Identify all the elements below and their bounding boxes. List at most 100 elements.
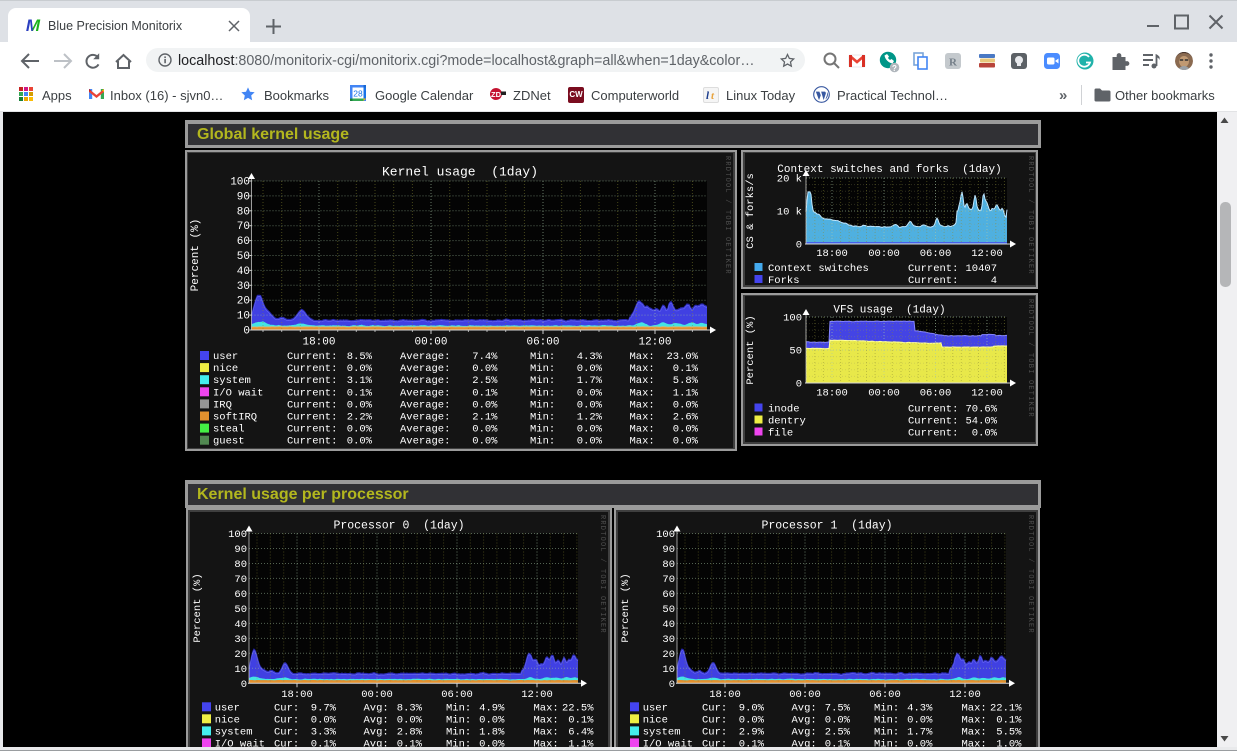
svg-text:30: 30 bbox=[234, 634, 247, 646]
svg-text:22.1%: 22.1% bbox=[990, 702, 1022, 714]
svg-text:18:00: 18:00 bbox=[709, 689, 741, 701]
svg-text:user: user bbox=[213, 351, 238, 363]
svg-text:0.0%: 0.0% bbox=[577, 387, 603, 399]
svg-text:Min:: Min: bbox=[530, 399, 555, 411]
svg-text:0.0%: 0.0% bbox=[472, 436, 498, 448]
svg-text:Min:: Min: bbox=[530, 363, 555, 375]
svg-text:70: 70 bbox=[234, 574, 247, 586]
svg-text:Cur:: Cur: bbox=[702, 702, 727, 714]
svg-text:Min:: Min: bbox=[530, 424, 555, 436]
svg-text:Max:: Max: bbox=[630, 387, 655, 399]
svg-text:0.1%: 0.1% bbox=[472, 387, 498, 399]
svg-text:2.9%: 2.9% bbox=[739, 726, 765, 738]
svg-text:2.2%: 2.2% bbox=[347, 412, 373, 424]
svg-text:IRQ: IRQ bbox=[213, 399, 232, 411]
svg-text:Kernel usage (1day): Kernel usage (1day) bbox=[382, 165, 538, 180]
svg-text:RRDTOOL / TOBI OETIKER: RRDTOOL / TOBI OETIKER bbox=[1026, 299, 1034, 418]
svg-text:0.1%: 0.1% bbox=[996, 714, 1022, 726]
svg-text:Max:: Max: bbox=[962, 702, 987, 714]
svg-text:system: system bbox=[213, 375, 251, 387]
svg-text:nice: nice bbox=[643, 714, 668, 726]
svg-text:Current:: Current: bbox=[908, 416, 958, 428]
svg-text:Current:: Current: bbox=[287, 399, 337, 411]
svg-text:00:00: 00:00 bbox=[868, 388, 900, 400]
svg-text:Average:: Average: bbox=[400, 424, 450, 436]
svg-text:Avg:: Avg: bbox=[792, 726, 817, 738]
svg-text:10: 10 bbox=[237, 311, 250, 323]
svg-text:steal: steal bbox=[213, 424, 245, 436]
svg-text:5.8%: 5.8% bbox=[673, 375, 699, 387]
svg-text:2.5%: 2.5% bbox=[472, 375, 498, 387]
svg-text:0: 0 bbox=[669, 679, 675, 691]
svg-text:2.8%: 2.8% bbox=[397, 726, 423, 738]
svg-text:22.5%: 22.5% bbox=[562, 702, 594, 714]
svg-text:40: 40 bbox=[234, 619, 247, 631]
svg-text:12:00: 12:00 bbox=[971, 248, 1003, 260]
svg-text:nice: nice bbox=[213, 363, 238, 375]
svg-text:Current:: Current: bbox=[287, 424, 337, 436]
svg-text:ZD: ZD bbox=[491, 90, 502, 99]
svg-text:2.5%: 2.5% bbox=[825, 726, 851, 738]
svg-text:Min:: Min: bbox=[446, 714, 471, 726]
svg-text:Max:: Max: bbox=[962, 726, 987, 738]
svg-text:06:00: 06:00 bbox=[526, 337, 559, 349]
svg-text:60: 60 bbox=[237, 236, 250, 248]
svg-text:I/O wait: I/O wait bbox=[213, 387, 263, 399]
svg-text:0.0%: 0.0% bbox=[972, 428, 998, 440]
svg-text:Min:: Min: bbox=[446, 702, 471, 714]
svg-text:Max:: Max: bbox=[630, 424, 655, 436]
svg-text:guest: guest bbox=[213, 436, 245, 448]
svg-text:RRDTOOL / TOBI OETIKER: RRDTOOL / TOBI OETIKER bbox=[1026, 156, 1034, 275]
svg-text:2.1%: 2.1% bbox=[472, 412, 498, 424]
svg-text:00:00: 00:00 bbox=[414, 337, 447, 349]
svg-text:Cur:: Cur: bbox=[702, 726, 727, 738]
svg-text:70: 70 bbox=[237, 221, 250, 233]
svg-text:0.0%: 0.0% bbox=[577, 363, 603, 375]
svg-text:12:00: 12:00 bbox=[949, 689, 981, 701]
svg-text:Min:: Min: bbox=[530, 387, 555, 399]
svg-text:0.0%: 0.0% bbox=[311, 714, 337, 726]
svg-text:12:00: 12:00 bbox=[638, 337, 671, 349]
svg-text:0: 0 bbox=[241, 679, 247, 691]
svg-text:50: 50 bbox=[662, 604, 675, 616]
svg-text:10: 10 bbox=[662, 664, 675, 676]
svg-text:23.0%: 23.0% bbox=[666, 351, 698, 363]
svg-text:Max:: Max: bbox=[630, 351, 655, 363]
svg-text:Percent (%): Percent (%) bbox=[745, 315, 757, 384]
svg-text:9.0%: 9.0% bbox=[739, 702, 765, 714]
svg-text:20: 20 bbox=[662, 649, 675, 661]
svg-text:90: 90 bbox=[662, 544, 675, 556]
svg-text:0: 0 bbox=[243, 326, 250, 338]
svg-text:Current:: Current: bbox=[287, 375, 337, 387]
svg-text:50: 50 bbox=[237, 251, 250, 263]
svg-text:8.3%: 8.3% bbox=[397, 702, 423, 714]
svg-text:Current:: Current: bbox=[287, 387, 337, 399]
svg-text:0: 0 bbox=[796, 240, 802, 252]
svg-text:06:00: 06:00 bbox=[869, 689, 901, 701]
svg-text:Max:: Max: bbox=[630, 363, 655, 375]
svg-text:0.0%: 0.0% bbox=[907, 714, 933, 726]
svg-text:Average:: Average: bbox=[400, 399, 450, 411]
svg-text:M: M bbox=[26, 16, 41, 34]
svg-text:RRDTOOL / TOBI OETIKER: RRDTOOL / TOBI OETIKER bbox=[723, 156, 731, 275]
svg-text:file: file bbox=[768, 428, 793, 440]
svg-text:Cur:: Cur: bbox=[274, 702, 299, 714]
svg-text:Average:: Average: bbox=[400, 363, 450, 375]
svg-text:3.3%: 3.3% bbox=[311, 726, 337, 738]
svg-text:40: 40 bbox=[662, 619, 675, 631]
svg-text:9.7%: 9.7% bbox=[311, 702, 337, 714]
svg-text:4.9%: 4.9% bbox=[479, 702, 505, 714]
svg-text:0.1%: 0.1% bbox=[568, 714, 594, 726]
svg-text:100: 100 bbox=[228, 529, 247, 541]
svg-text:0.0%: 0.0% bbox=[739, 714, 765, 726]
svg-text:0.0%: 0.0% bbox=[397, 714, 423, 726]
svg-text:5.5%: 5.5% bbox=[996, 726, 1022, 738]
svg-text:Avg:: Avg: bbox=[792, 702, 817, 714]
svg-text:20: 20 bbox=[234, 649, 247, 661]
svg-text:Context switches and forks (1: Context switches and forks (1day) bbox=[777, 164, 1001, 176]
svg-text:70.6%: 70.6% bbox=[965, 404, 997, 416]
svg-text:0.0%: 0.0% bbox=[673, 399, 699, 411]
svg-text:90: 90 bbox=[234, 544, 247, 556]
svg-text:0.0%: 0.0% bbox=[673, 424, 699, 436]
svg-text:40: 40 bbox=[237, 266, 250, 278]
